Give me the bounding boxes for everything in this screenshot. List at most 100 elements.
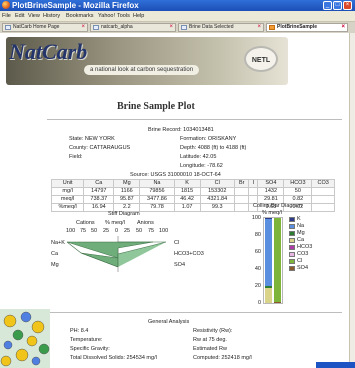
- window-title: PlotBrineSample - Mozilla Firefox: [12, 1, 139, 10]
- legend-swatch-co3: [289, 252, 295, 257]
- close-tab-icon[interactable]: ×: [341, 24, 345, 31]
- stiff-scale-100l: 100: [66, 228, 76, 234]
- natcarb-banner: NatCarb a national look at carbon seques…: [6, 37, 288, 85]
- legend-swatch-na: [289, 224, 295, 229]
- longitude: Longitude: -78.62: [180, 163, 223, 169]
- natcarb-logo[interactable]: NatCarb: [9, 39, 87, 65]
- divider: [47, 312, 342, 313]
- stiff-scale-25l: 25: [103, 228, 110, 234]
- analysis-ph: PH: 8.4: [70, 328, 89, 334]
- menu-tools[interactable]: Tools: [117, 12, 130, 20]
- table-cell: 4321.84: [199, 195, 235, 204]
- page-icon: [181, 25, 187, 30]
- table-cell: [311, 203, 335, 212]
- tab-label: NatCarb Home Page: [13, 24, 60, 30]
- table-cell: [233, 203, 250, 212]
- county: County: CATTARAUGUS: [69, 145, 131, 151]
- stiff-scale-50r: 50: [136, 228, 143, 234]
- page-icon: [5, 25, 11, 30]
- minimize-button[interactable]: _: [323, 1, 332, 10]
- legend-label-mg: Mg: [297, 230, 305, 236]
- vertical-scrollbar[interactable]: [349, 33, 355, 368]
- page-icon: [93, 25, 99, 30]
- stiff-label-cl: Cl: [174, 240, 180, 246]
- latitude: Latitude: 42.05: [180, 154, 217, 160]
- netl-logo[interactable]: NETL: [244, 46, 278, 72]
- table-cell: 153302: [199, 187, 235, 196]
- banner-tagline: a national look at carbon sequestration: [84, 65, 200, 75]
- menu-edit[interactable]: Edit: [15, 12, 24, 20]
- table-cell: [248, 187, 259, 196]
- table-cell: 79856: [139, 187, 175, 196]
- close-button[interactable]: ×: [343, 1, 352, 10]
- collins-bars: [263, 217, 283, 304]
- analysis-resistivity: Resistivity (Rw):: [193, 328, 233, 334]
- table-cell: 99.3: [199, 203, 235, 212]
- stiff-meq: % meq/l: [105, 220, 125, 226]
- stiff-scale-50l: 50: [91, 228, 98, 234]
- menu-file[interactable]: File: [2, 12, 11, 20]
- legend-swatch-ca: [289, 238, 295, 243]
- tab-natcarb-home[interactable]: NatCarb Home Page ×: [2, 23, 88, 32]
- stiff-scale-100r: 100: [159, 228, 169, 234]
- menu-yahoo[interactable]: Yahoo!: [98, 12, 115, 20]
- tab-brine-data-selected[interactable]: Brine Data Selected ×: [178, 23, 264, 32]
- page-content: NatCarb a national look at carbon seques…: [0, 33, 349, 368]
- analysis-specific-gravity: Specific Gravity:: [70, 346, 110, 352]
- menu-bookmarks[interactable]: Bookmarks: [66, 12, 94, 20]
- page-title: Brine Sample Plot: [117, 101, 195, 112]
- legend-label-cl: Cl: [297, 258, 303, 264]
- formation: Formation: ORISKANY: [180, 136, 237, 142]
- tab-plotbrinesample[interactable]: PlotBrineSample ×: [266, 23, 348, 32]
- map-thumbnail[interactable]: [0, 309, 50, 368]
- depth: Depth: 4088 (ft) to 4188 (ft): [180, 145, 247, 151]
- column-header: I: [248, 179, 259, 188]
- stiff-scale-25r: 25: [124, 228, 131, 234]
- maximize-button[interactable]: □: [333, 1, 342, 10]
- analysis-computed: Computed: 252418 mg/l: [193, 355, 252, 361]
- analysis-temperature: Temperature:: [70, 337, 103, 343]
- legend-label-so4: SO4: [297, 265, 309, 271]
- field: Field:: [69, 154, 83, 160]
- collins-tick: 40: [254, 266, 261, 272]
- legend-label-ca: Ca: [297, 237, 305, 243]
- stiff-anions: Anions: [137, 220, 154, 226]
- legend-swatch-mg: [289, 231, 295, 236]
- stiff-scale-0: 0: [115, 228, 119, 234]
- collins-tick: 0: [257, 300, 261, 306]
- stiff-title: Stiff Diagram: [108, 211, 140, 217]
- menu-view[interactable]: View: [28, 12, 40, 20]
- menu-history[interactable]: History: [43, 12, 60, 20]
- collins-tick: 100: [251, 215, 261, 221]
- close-tab-icon[interactable]: ×: [257, 24, 261, 31]
- column-header: Unit: [50, 179, 85, 188]
- legend-swatch-cl: [289, 259, 295, 264]
- tab-label: PlotBrineSample: [277, 24, 318, 30]
- table-cell: [311, 187, 335, 196]
- analysis-estimated-rw: Estimated Rw: [193, 346, 227, 352]
- stiff-label-nak: Na+K: [51, 240, 65, 246]
- table-cell: 3477.86: [139, 195, 175, 204]
- stiff-diagram: [66, 236, 167, 272]
- table-cell: meq/l: [50, 195, 85, 204]
- map-image: [0, 309, 50, 368]
- column-header: SO4: [257, 179, 285, 188]
- table-cell: %meq/l: [50, 203, 85, 212]
- column-header: CO3: [311, 179, 335, 188]
- table-cell: 738.37: [83, 195, 115, 204]
- column-header: K: [173, 179, 201, 188]
- firefox-icon: [2, 1, 10, 9]
- stiff-scale-75r: 75: [148, 228, 155, 234]
- close-tab-icon[interactable]: ×: [169, 24, 173, 31]
- divider: [47, 119, 342, 120]
- analysis-tds: Total Dissolved Solids: 254534 mg/l: [70, 355, 157, 361]
- table-cell: 95.87: [113, 195, 141, 204]
- collins-title: Collins Bar Diagram: [253, 203, 302, 209]
- tab-natcarb-alpha[interactable]: natcarb_alpha ×: [90, 23, 176, 32]
- menu-help[interactable]: Help: [133, 12, 144, 20]
- legend-label-k: K: [297, 216, 301, 222]
- close-tab-icon[interactable]: ×: [81, 24, 85, 31]
- page-icon: [269, 25, 275, 30]
- legend-label-na: Na: [297, 223, 305, 229]
- column-header: Br: [233, 179, 250, 188]
